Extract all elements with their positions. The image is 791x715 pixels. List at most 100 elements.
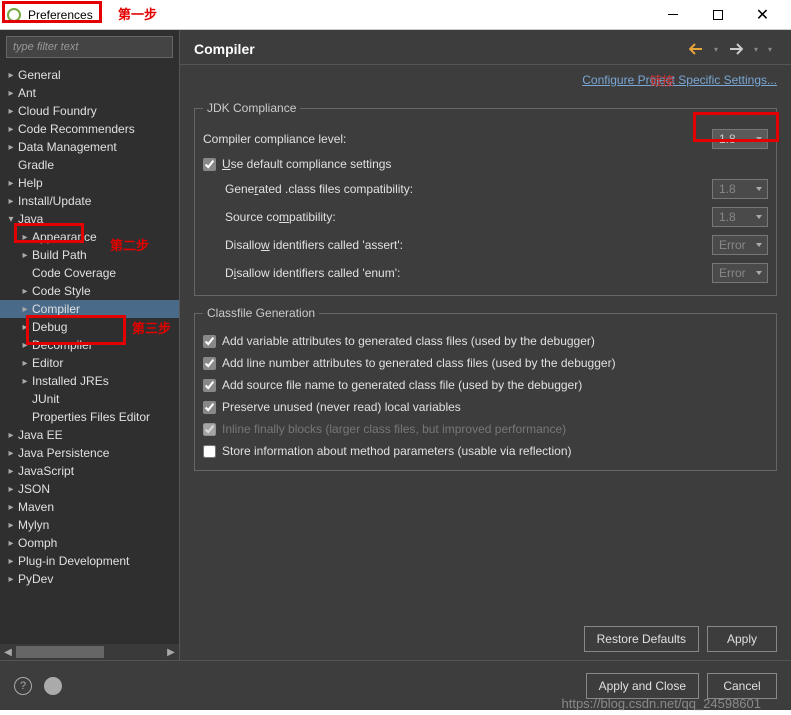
tree-item-build-path[interactable]: ▸Build Path: [0, 246, 179, 264]
main-panel: Compiler ▾ ▾ ▾ Configure Project Specifi…: [180, 30, 791, 660]
tree-item-code-coverage[interactable]: Code Coverage: [0, 264, 179, 282]
assert-label: Disallow identifiers called 'assert':: [225, 238, 712, 252]
tree-item-compiler[interactable]: ▸Compiler: [0, 300, 179, 318]
tree-item-plug-in-development[interactable]: ▸Plug-in Development: [0, 552, 179, 570]
tree-item-label: Gradle: [18, 158, 54, 172]
tree-item-java[interactable]: ▾Java: [0, 210, 179, 228]
maximize-button[interactable]: [695, 1, 740, 29]
tree-item-label: General: [18, 68, 61, 82]
expand-arrow-icon[interactable]: ▸: [18, 376, 32, 387]
gen-class-select: 1.8: [712, 179, 768, 199]
nav-forward-button[interactable]: [725, 40, 747, 58]
tree-item-code-recommenders[interactable]: ▸Code Recommenders: [0, 120, 179, 138]
tree-item-pydev[interactable]: ▸PyDev: [0, 570, 179, 588]
expand-arrow-icon[interactable]: ▸: [18, 232, 32, 243]
classfile-checkbox-1[interactable]: [203, 357, 216, 370]
tree-item-java-persistence[interactable]: ▸Java Persistence: [0, 444, 179, 462]
expand-arrow-icon[interactable]: ▸: [4, 142, 18, 153]
expand-arrow-icon[interactable]: ▸: [4, 484, 18, 495]
tree-item-general[interactable]: ▸General: [0, 66, 179, 84]
classfile-option-label: Store information about method parameter…: [222, 444, 572, 458]
tree-item-cloud-foundry[interactable]: ▸Cloud Foundry: [0, 102, 179, 120]
compliance-level-select[interactable]: 1.8: [712, 129, 768, 149]
tree-item-label: Mylyn: [18, 518, 49, 532]
classfile-checkbox-3[interactable]: [203, 401, 216, 414]
tree-item-oomph[interactable]: ▸Oomph: [0, 534, 179, 552]
tree-item-json[interactable]: ▸JSON: [0, 480, 179, 498]
tree-item-label: JUnit: [32, 392, 59, 406]
tree-item-properties-files-editor[interactable]: Properties Files Editor: [0, 408, 179, 426]
expand-arrow-icon[interactable]: ▸: [4, 430, 18, 441]
tree-item-debug[interactable]: ▸Debug: [0, 318, 179, 336]
expand-arrow-icon[interactable]: ▸: [18, 358, 32, 369]
classfile-checkbox-2[interactable]: [203, 379, 216, 392]
expand-arrow-icon[interactable]: ▸: [4, 538, 18, 549]
tree-item-java-ee[interactable]: ▸Java EE: [0, 426, 179, 444]
expand-arrow-icon[interactable]: ▸: [4, 178, 18, 189]
tree-item-label: Oomph: [18, 536, 57, 550]
apply-button[interactable]: Apply: [707, 626, 777, 652]
scroll-left-icon[interactable]: ◀: [0, 647, 16, 658]
tree-item-javascript[interactable]: ▸JavaScript: [0, 462, 179, 480]
tree-item-junit[interactable]: JUnit: [0, 390, 179, 408]
tree-item-appearance[interactable]: ▸Appearance: [0, 228, 179, 246]
tree-item-help[interactable]: ▸Help: [0, 174, 179, 192]
expand-arrow-icon[interactable]: ▸: [18, 304, 32, 315]
classfile-checkbox-5[interactable]: [203, 445, 216, 458]
use-default-checkbox[interactable]: [203, 158, 216, 171]
classfile-option-label: Inline finally blocks (larger class file…: [222, 422, 566, 436]
tree-item-editor[interactable]: ▸Editor: [0, 354, 179, 372]
tree-item-installed-jres[interactable]: ▸Installed JREs: [0, 372, 179, 390]
expand-arrow-icon[interactable]: ▸: [4, 70, 18, 81]
tree-item-maven[interactable]: ▸Maven: [0, 498, 179, 516]
expand-arrow-icon[interactable]: ▸: [4, 574, 18, 585]
tree-item-label: Decompiler: [32, 338, 93, 352]
expand-arrow-icon[interactable]: ▸: [4, 88, 18, 99]
view-menu-dropdown[interactable]: ▾: [765, 40, 775, 58]
preferences-tree[interactable]: ▸General▸Ant▸Cloud Foundry▸Code Recommen…: [0, 64, 179, 644]
expand-arrow-icon[interactable]: ▸: [4, 196, 18, 207]
nav-back-dropdown[interactable]: ▾: [711, 40, 721, 58]
expand-arrow-icon[interactable]: ▸: [18, 250, 32, 261]
import-export-icon[interactable]: [44, 677, 62, 695]
horizontal-scrollbar[interactable]: ◀ ▶: [0, 644, 179, 660]
tree-item-data-management[interactable]: ▸Data Management: [0, 138, 179, 156]
filter-input[interactable]: type filter text: [6, 36, 173, 58]
tree-item-gradle[interactable]: Gradle: [0, 156, 179, 174]
tree-item-decompiler[interactable]: ▸Decompiler: [0, 336, 179, 354]
tree-item-label: Install/Update: [18, 194, 91, 208]
expand-arrow-icon[interactable]: ▸: [4, 466, 18, 477]
tree-item-mylyn[interactable]: ▸Mylyn: [0, 516, 179, 534]
help-icon[interactable]: ?: [14, 677, 32, 695]
tree-item-label: Java Persistence: [18, 446, 109, 460]
restore-defaults-button[interactable]: Restore Defaults: [584, 626, 699, 652]
tree-item-label: Java: [18, 212, 43, 226]
close-button[interactable]: ✕: [740, 1, 785, 29]
expand-arrow-icon[interactable]: ▸: [4, 106, 18, 117]
tree-item-code-style[interactable]: ▸Code Style: [0, 282, 179, 300]
expand-arrow-icon[interactable]: ▸: [4, 556, 18, 567]
expand-arrow-icon[interactable]: ▸: [18, 340, 32, 351]
tree-item-label: Java EE: [18, 428, 63, 442]
nav-forward-dropdown[interactable]: ▾: [751, 40, 761, 58]
project-settings-link[interactable]: Configure Project Specific Settings...: [582, 73, 777, 87]
expand-arrow-icon[interactable]: ▸: [18, 286, 32, 297]
scroll-right-icon[interactable]: ▶: [163, 647, 179, 658]
tree-item-label: Code Recommenders: [18, 122, 135, 136]
expand-arrow-icon[interactable]: ▸: [4, 124, 18, 135]
tree-item-install-update[interactable]: ▸Install/Update: [0, 192, 179, 210]
expand-arrow-icon[interactable]: ▸: [4, 520, 18, 531]
expand-arrow-icon[interactable]: ▸: [4, 502, 18, 513]
apply-and-close-button[interactable]: Apply and Close: [586, 673, 699, 699]
expand-arrow-icon[interactable]: ▸: [4, 448, 18, 459]
minimize-button[interactable]: [650, 1, 695, 29]
classfile-option-label: Add variable attributes to generated cla…: [222, 334, 595, 348]
expand-arrow-icon[interactable]: ▾: [4, 214, 18, 225]
classfile-option-label: Add line number attributes to generated …: [222, 356, 616, 370]
classfile-checkbox-0[interactable]: [203, 335, 216, 348]
tree-item-label: Installed JREs: [32, 374, 109, 388]
cancel-button[interactable]: Cancel: [707, 673, 777, 699]
tree-item-ant[interactable]: ▸Ant: [0, 84, 179, 102]
expand-arrow-icon[interactable]: ▸: [18, 322, 32, 333]
nav-back-button[interactable]: [685, 40, 707, 58]
